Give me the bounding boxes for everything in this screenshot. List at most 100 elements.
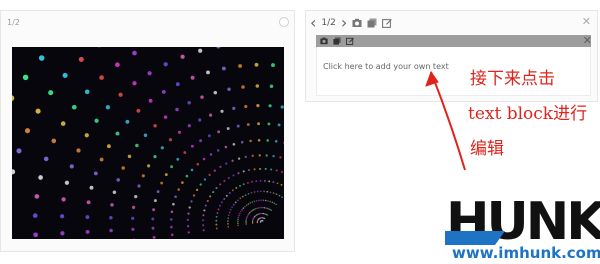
led-light (266, 139, 269, 142)
led-light (268, 104, 272, 108)
led-light (89, 185, 94, 190)
led-light (270, 209, 273, 212)
led-light (244, 194, 247, 196)
led-light (228, 211, 231, 214)
led-light (227, 217, 230, 220)
led-light (135, 143, 139, 148)
led-light (35, 108, 41, 114)
slider-preview-card: 1/2 (0, 10, 295, 252)
led-light (203, 209, 206, 212)
led-light (115, 62, 120, 68)
led-light (259, 167, 262, 170)
annotation-line-1: 接下来点击 (470, 69, 555, 89)
led-light (195, 188, 199, 192)
led-light (275, 203, 277, 206)
led-light (267, 200, 269, 202)
led-light (239, 184, 241, 187)
led-light (217, 130, 221, 134)
duplicate-icon[interactable] (367, 18, 377, 28)
led-light (170, 165, 174, 169)
led-light (224, 145, 228, 149)
led-light (237, 172, 240, 175)
led-light (219, 183, 222, 186)
led-light (131, 216, 135, 220)
led-light (227, 225, 230, 228)
led-light (168, 138, 173, 142)
led-light (241, 209, 243, 211)
duplicate-icon[interactable] (333, 37, 341, 45)
led-light (247, 203, 250, 205)
led-light (64, 180, 70, 185)
led-light (34, 194, 40, 199)
led-light (238, 64, 243, 68)
led-light (206, 70, 210, 75)
led-light (260, 190, 262, 193)
led-light (181, 181, 184, 184)
led-light (237, 218, 239, 221)
chevron-right-icon[interactable]: › (341, 15, 347, 31)
led-light (267, 122, 271, 126)
led-light (160, 181, 164, 185)
led-light (153, 199, 157, 203)
led-light (255, 84, 260, 88)
chevron-left-icon[interactable]: ‹ (310, 15, 316, 31)
led-light (216, 149, 220, 152)
led-light (269, 191, 272, 194)
led-light (177, 188, 180, 191)
led-light (187, 124, 191, 128)
led-light (187, 212, 190, 215)
led-light (43, 156, 49, 162)
led-light (260, 199, 262, 201)
led-light (109, 215, 113, 220)
logo-url[interactable]: www.imhunk.com (452, 244, 600, 262)
led-light (190, 168, 194, 172)
close-editor-icon[interactable]: ✕ (582, 15, 591, 28)
led-light (265, 154, 268, 157)
edit-icon[interactable] (346, 37, 354, 45)
led-light (16, 148, 22, 154)
led-light (270, 168, 273, 171)
led-light (276, 182, 279, 185)
led-light (143, 133, 148, 138)
led-light (223, 179, 226, 183)
led-light (190, 200, 193, 203)
camera-icon[interactable] (320, 37, 328, 45)
led-light (78, 56, 84, 62)
led-light (227, 87, 231, 91)
led-light (147, 164, 151, 168)
led-light (71, 104, 77, 110)
led-light (244, 155, 247, 159)
led-light (183, 151, 187, 154)
led-light (202, 214, 205, 217)
led-light (60, 121, 66, 126)
led-light (240, 210, 242, 213)
led-light (110, 203, 114, 207)
led-light (253, 168, 256, 171)
led-light (231, 206, 233, 209)
led-light (153, 124, 157, 128)
led-light (169, 218, 173, 221)
camera-icon[interactable] (352, 18, 362, 28)
slide-indicator-dot[interactable] (279, 17, 289, 27)
led-light (217, 208, 220, 211)
led-light (59, 214, 65, 219)
close-text-block-icon[interactable]: ✕ (583, 34, 592, 47)
led-light (225, 162, 228, 165)
led-light (237, 222, 239, 225)
edit-icon[interactable] (382, 18, 393, 28)
led-light (272, 192, 275, 194)
led-light (257, 139, 261, 142)
led-light (228, 191, 231, 194)
led-light (215, 227, 218, 230)
led-light (151, 226, 155, 230)
led-light (241, 85, 245, 89)
led-light (198, 48, 203, 53)
led-light (187, 231, 190, 234)
led-light (153, 155, 157, 159)
led-light (227, 220, 229, 222)
led-light (269, 208, 271, 211)
led-light (160, 146, 164, 150)
led-light (251, 201, 254, 203)
led-light (269, 200, 271, 203)
led-light (202, 224, 205, 227)
